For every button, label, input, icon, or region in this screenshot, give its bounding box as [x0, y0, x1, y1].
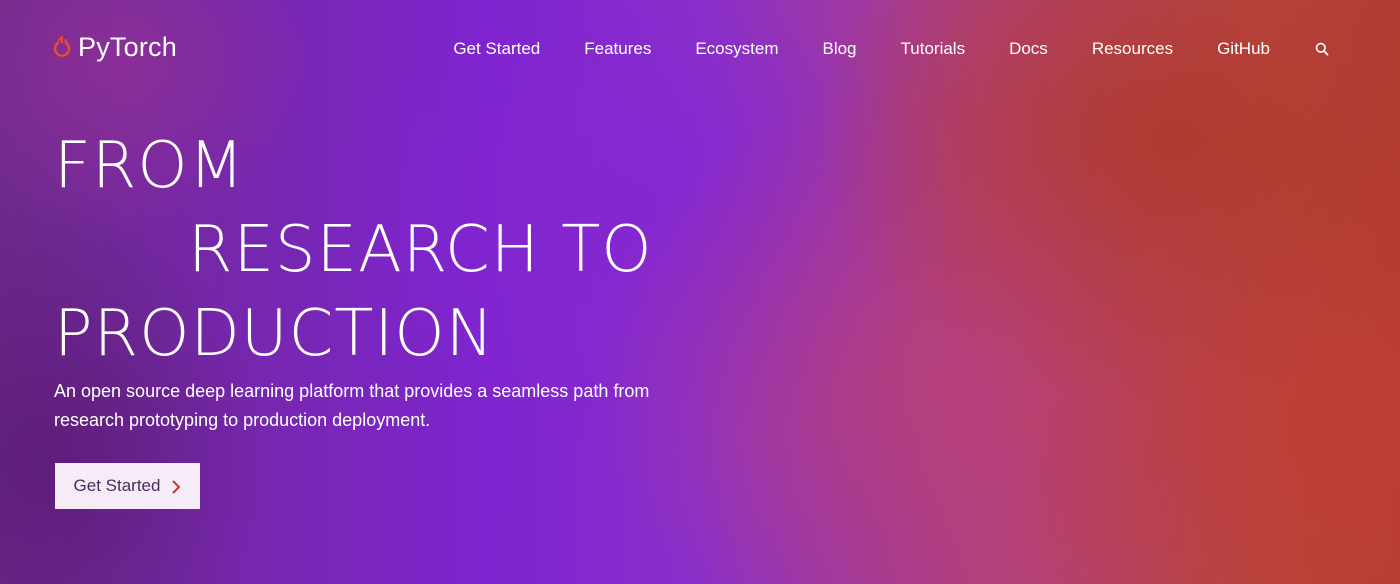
hero-section: FROM RESEARCH TO PRODUCTION: [54, 124, 814, 376]
nav-tutorials[interactable]: Tutorials: [901, 39, 966, 59]
nav-get-started[interactable]: Get Started: [453, 39, 540, 59]
search-icon[interactable]: [1314, 41, 1330, 57]
nav-ecosystem[interactable]: Ecosystem: [695, 39, 778, 59]
get-started-button[interactable]: Get Started: [55, 463, 200, 509]
nav-blog[interactable]: Blog: [822, 39, 856, 59]
get-started-button-label: Get Started: [73, 476, 161, 495]
nav-resources[interactable]: Resources: [1092, 39, 1173, 59]
nav-docs[interactable]: Docs: [1009, 39, 1048, 59]
headline-line-1: FROM: [54, 129, 245, 203]
logo-text: PyTorch: [78, 31, 177, 62]
nav-features[interactable]: Features: [584, 39, 651, 59]
main-nav: Get Started Features Ecosystem Blog Tuto…: [453, 36, 1330, 62]
headline-line-3: PRODUCTION: [54, 297, 495, 371]
nav-github[interactable]: GitHub: [1217, 39, 1270, 59]
chevron-right-icon: [172, 479, 181, 494]
pytorch-logo-link[interactable]: PyTorch: [52, 30, 177, 64]
top-navigation-bar: PyTorch Get Started Features Ecosystem B…: [0, 0, 1400, 96]
pytorch-flame-icon: [52, 35, 72, 59]
hero-headline: FROM RESEARCH TO PRODUCTION: [54, 124, 814, 376]
hero-description: An open source deep learning platform th…: [54, 381, 650, 430]
headline-line-2: RESEARCH TO: [188, 213, 653, 287]
